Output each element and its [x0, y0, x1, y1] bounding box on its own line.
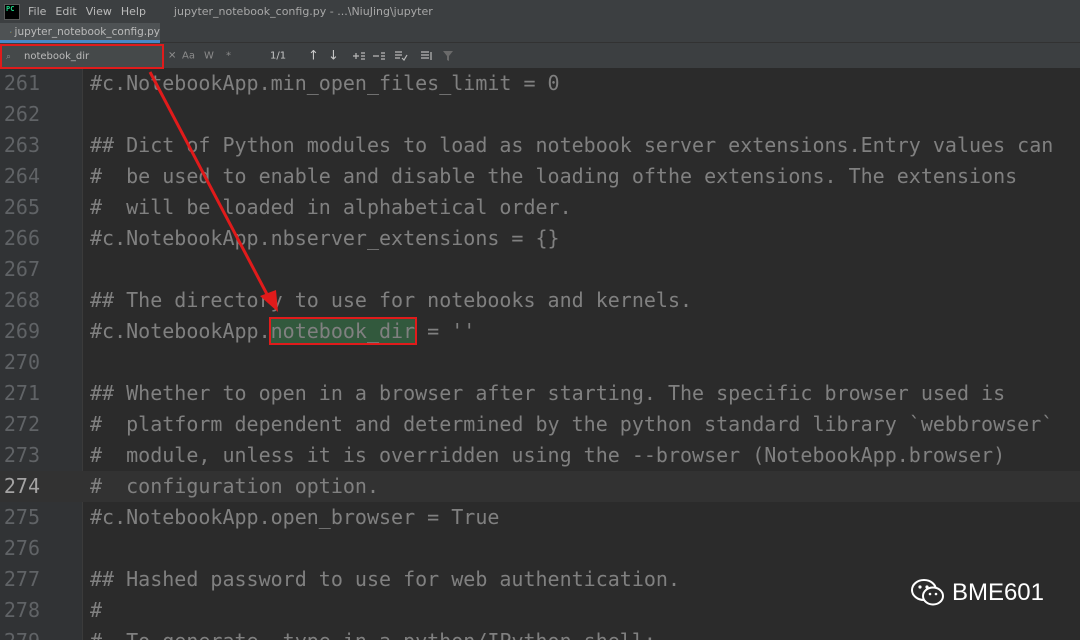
code-line: 268 ## The directory to use for notebooks…	[0, 285, 1080, 316]
search-match-highlight: notebook_dir	[268, 317, 418, 345]
line-number: 273	[3, 443, 40, 467]
add-selection-icon[interactable]	[352, 50, 366, 62]
find-input[interactable]: ⌕ notebook_dir	[0, 44, 164, 69]
menu-bar: PC File Edit View Help jupyter_notebook_…	[0, 0, 1080, 23]
line-number: 270	[3, 350, 40, 374]
menu-edit[interactable]: Edit	[55, 5, 76, 18]
line-number: 266	[3, 226, 40, 250]
code-prefix: #c.NotebookApp.	[90, 319, 271, 343]
code-line: 273 # module, unless it is overridden usi…	[0, 440, 1080, 471]
tab-label: jupyter_notebook_config.py	[14, 25, 160, 38]
whole-words-toggle[interactable]: W	[204, 50, 214, 61]
code-text: ## The directory to use for notebooks an…	[90, 288, 693, 312]
find-input-value: notebook_dir	[24, 51, 90, 62]
line-number: 268	[3, 288, 40, 312]
code-line: 269 #c.NotebookApp.notebook_dir = ''	[0, 316, 1080, 347]
code-text: # To generate, type in a python/IPython …	[90, 626, 656, 640]
funnel-icon[interactable]	[442, 50, 454, 62]
previous-occurrence-button[interactable]: ↑	[308, 48, 319, 63]
code-suffix: = ''	[415, 319, 476, 343]
next-occurrence-button[interactable]: ↓	[328, 48, 339, 63]
line-number: 276	[3, 536, 40, 560]
code-text: # configuration option.	[90, 474, 379, 498]
pycharm-logo-icon[interactable]: PC	[4, 3, 20, 20]
code-line: 262	[0, 99, 1080, 130]
window-title: jupyter_notebook_config.py - ...\NiuJing…	[173, 5, 433, 18]
filter-icon[interactable]	[420, 50, 434, 62]
wechat-icon	[910, 579, 944, 606]
line-number: 263	[3, 133, 40, 157]
code-text: ## Whether to open in a browser after st…	[90, 381, 1006, 405]
match-case-toggle[interactable]: Aa	[182, 50, 195, 61]
code-text: #	[90, 598, 103, 622]
code-text: #c.NotebookApp.notebook_dir = ''	[90, 316, 475, 347]
line-number: 264	[3, 164, 40, 188]
code-line: 272 # platform dependent and determined b…	[0, 409, 1080, 440]
code-text: #c.NotebookApp.min_open_files_limit = 0	[90, 71, 560, 95]
code-line: 279 # To generate, type in a python/IPyth…	[0, 626, 1080, 640]
line-number: 272	[3, 412, 40, 436]
code-line: 267	[0, 254, 1080, 285]
watermark-text: BME601	[951, 579, 1044, 606]
line-number: 277	[3, 567, 40, 591]
code-text: ## Hashed password to use for web authen…	[90, 567, 681, 591]
code-text: #c.NotebookApp.nbserver_extensions = {}	[90, 226, 560, 250]
select-all-occurrences-icon[interactable]	[394, 50, 408, 62]
tab-jupyter-notebook-config[interactable]: jupyter_notebook_config.py	[0, 23, 160, 43]
watermark: BME601	[910, 578, 1044, 608]
search-icon: ⌕	[6, 51, 12, 62]
menu-view[interactable]: View	[86, 5, 112, 18]
code-line: 270	[0, 347, 1080, 378]
code-line: 275 #c.NotebookApp.open_browser = True	[0, 502, 1080, 533]
regex-toggle[interactable]: *	[226, 50, 231, 61]
code-text: # module, unless it is overridden using …	[90, 443, 1006, 467]
find-toolbar: ⌕ notebook_dir ✕ Aa W * 1/1 ↑ ↓	[0, 43, 1080, 69]
code-text: # be used to enable and disable the load…	[90, 164, 1018, 188]
menu-file[interactable]: File	[28, 5, 46, 18]
code-text: #c.NotebookApp.open_browser = True	[90, 505, 500, 529]
line-number: 271	[3, 381, 40, 405]
code-text: # platform dependent and determined by t…	[90, 412, 1054, 436]
line-number: 265	[3, 195, 40, 219]
menu-help[interactable]: Help	[121, 5, 146, 18]
code-line: 271 ## Whether to open in a browser after…	[0, 378, 1080, 409]
code-line-current: 274 # configuration option.	[0, 471, 1080, 502]
line-number: 279	[0, 626, 40, 640]
python-file-icon	[10, 30, 12, 33]
line-number: 275	[3, 505, 40, 529]
code-line: 264 # be used to enable and disable the l…	[0, 161, 1080, 192]
code-editor[interactable]: 261 #c.NotebookApp.min_open_files_limit =…	[0, 69, 1080, 640]
code-line: 265 # will be loaded in alphabetical orde…	[0, 192, 1080, 223]
line-number: 269	[3, 319, 40, 343]
code-line: 266 #c.NotebookApp.nbserver_extensions = …	[0, 223, 1080, 254]
line-number: 261	[3, 71, 40, 95]
match-count: 1/1	[270, 50, 287, 61]
code-line: 276	[0, 533, 1080, 564]
remove-selection-icon[interactable]	[372, 50, 386, 62]
code-line: 263 ## Dict of Python modules to load as …	[0, 130, 1080, 161]
line-number: 267	[3, 257, 40, 281]
code-line: 261 #c.NotebookApp.min_open_files_limit =…	[0, 69, 1080, 99]
line-number: 278	[3, 598, 40, 622]
line-number: 274	[3, 474, 40, 498]
code-text: # will be loaded in alphabetical order.	[90, 195, 572, 219]
clear-search-icon[interactable]: ✕	[168, 50, 176, 61]
code-text: ## Dict of Python modules to load as not…	[90, 133, 1054, 157]
line-number: 262	[3, 102, 40, 126]
editor-tab-strip: jupyter_notebook_config.py	[0, 23, 1080, 43]
